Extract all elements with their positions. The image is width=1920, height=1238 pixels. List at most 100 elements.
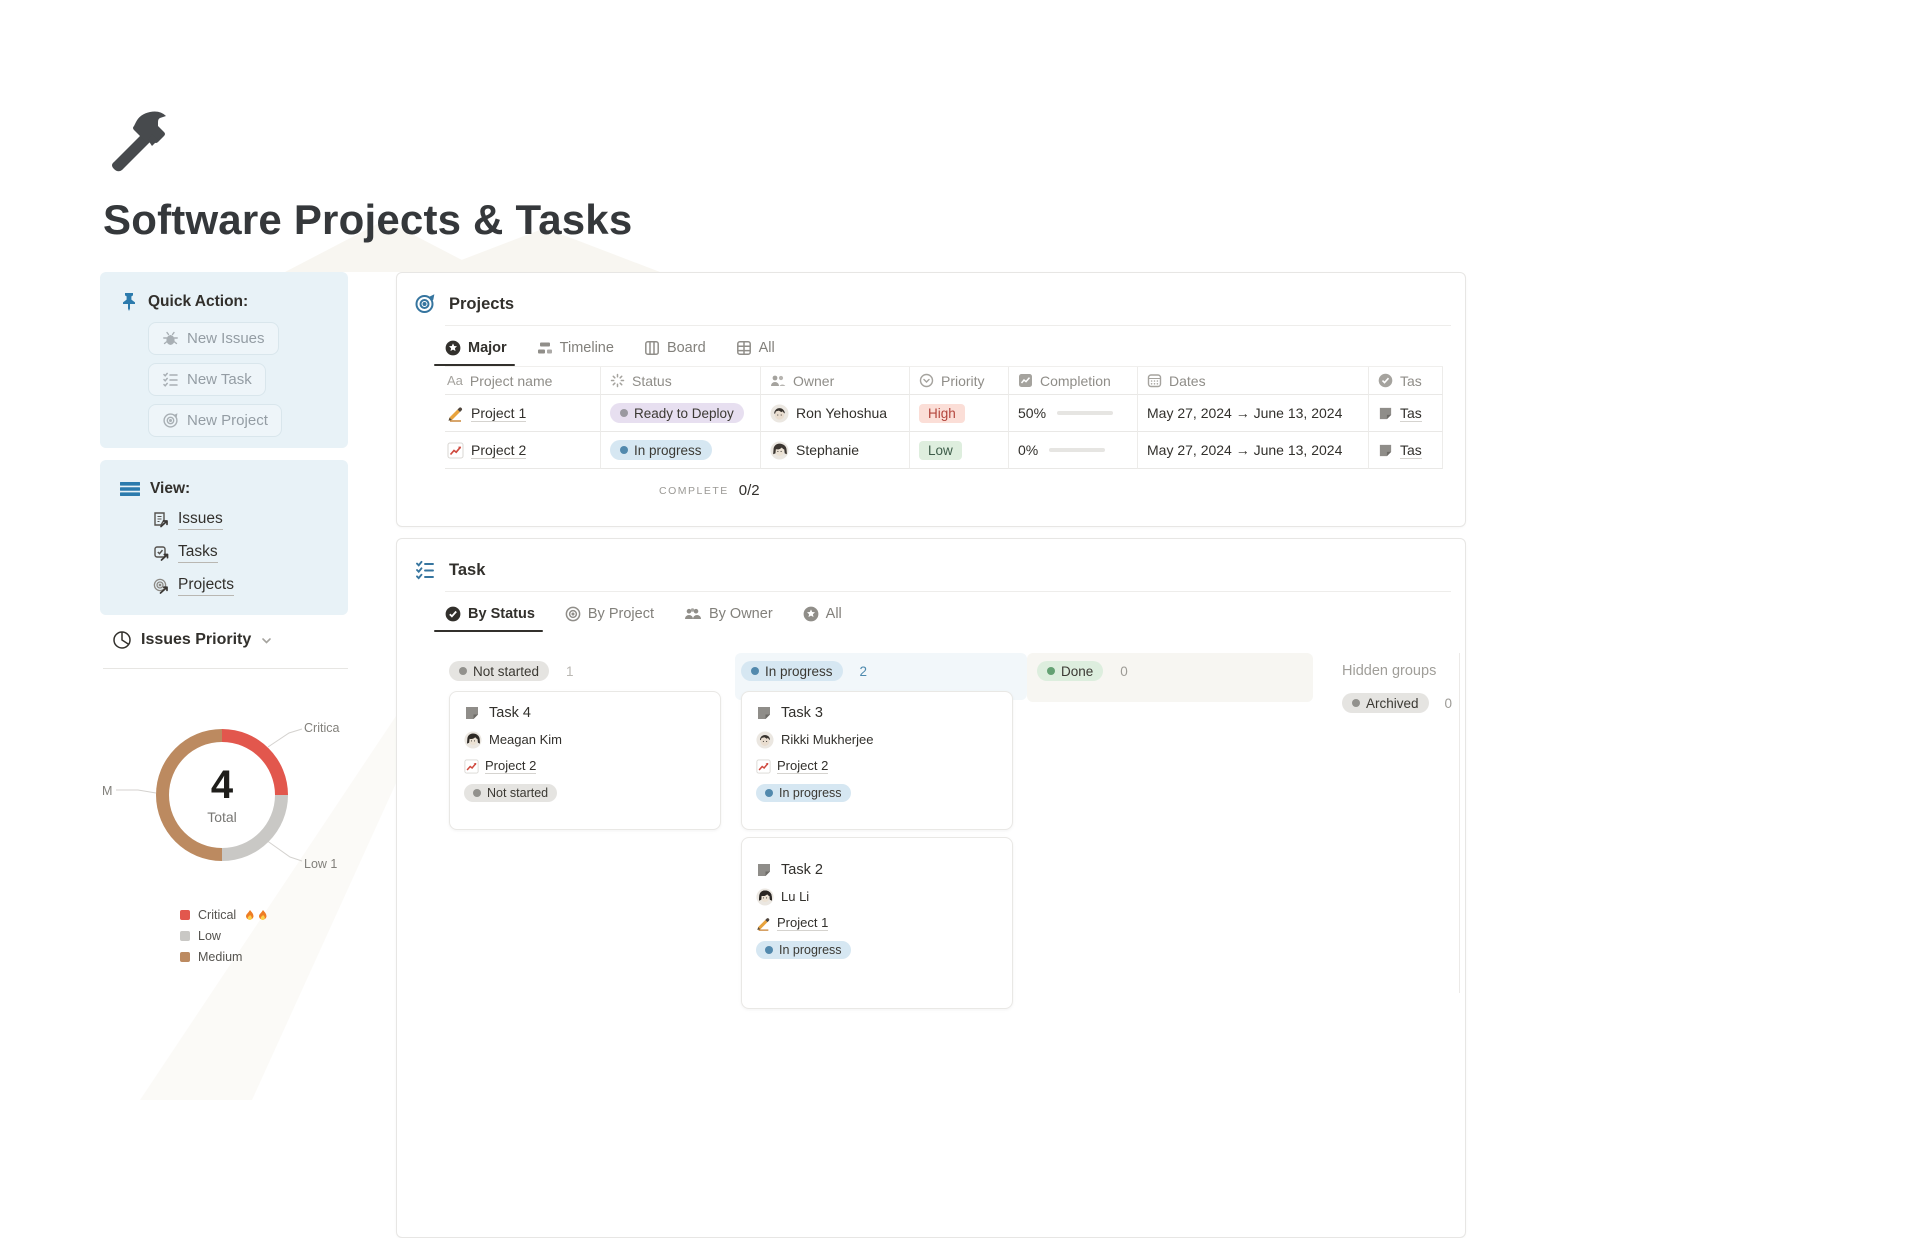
- tasks-relation-link[interactable]: Tas: [1400, 442, 1422, 459]
- in-progress-group-pill: In progress: [741, 661, 843, 681]
- task-title: Task 2: [781, 862, 823, 878]
- archived-group-pill[interactable]: Archived: [1342, 693, 1429, 713]
- tab-major[interactable]: Major: [445, 340, 507, 366]
- completion-percent: 50%: [1018, 405, 1046, 421]
- done-group-pill: Done: [1037, 661, 1103, 681]
- table-grid-icon: [736, 340, 752, 356]
- bug-icon: [162, 330, 179, 347]
- kanban-board: Not started 1 In progress 2 Done 0 Task …: [397, 651, 1465, 1237]
- project-2-link[interactable]: Project 2: [471, 442, 526, 459]
- legend-swatch-medium: [180, 952, 190, 962]
- page-icon: [1378, 406, 1393, 421]
- task-project-link[interactable]: Project 2: [485, 758, 536, 774]
- owner-name: Stephanie: [796, 442, 859, 458]
- tab-task-all-label: All: [826, 606, 842, 622]
- page-icon: [756, 705, 772, 721]
- tasks-relation-link[interactable]: Tas: [1400, 405, 1422, 422]
- projects-card-divider: [445, 325, 1451, 326]
- sidebar-divider: [103, 668, 348, 669]
- chart-callout-medium: M: [102, 784, 112, 798]
- view-link-issues[interactable]: Issues: [152, 510, 223, 530]
- not-started-group-pill: Not started: [449, 661, 549, 681]
- tab-board[interactable]: Board: [644, 340, 706, 366]
- legend-label-medium: Medium: [198, 950, 242, 964]
- hammer-icon: [100, 100, 180, 180]
- status-dot: [765, 789, 773, 797]
- task-card-task-4[interactable]: Task 4 Meagan Kim Project 2 Not started: [449, 691, 721, 830]
- timeline-icon: [537, 340, 553, 356]
- target-icon: [162, 412, 179, 429]
- chart-total-label: Total: [207, 809, 237, 825]
- new-issues-button[interactable]: New Issues: [148, 322, 279, 355]
- legend-swatch-critical: [180, 910, 190, 920]
- task-card-task-2[interactable]: Task 2 Lu Li Project 1 In progress: [741, 837, 1013, 1009]
- calendar-icon: [1147, 373, 1162, 388]
- dates-range: May 27, 2024 → June 13, 2024: [1147, 442, 1342, 458]
- projects-card: Projects Major Timeline Board All: [396, 272, 1466, 527]
- project-1-link[interactable]: Project 1: [471, 405, 526, 422]
- complete-label: COMPLETE: [659, 485, 729, 497]
- tab-all-label: All: [759, 340, 775, 356]
- view-link-tasks[interactable]: Tasks: [152, 543, 218, 563]
- tab-timeline[interactable]: Timeline: [537, 340, 614, 366]
- table-row-project-1: Project 1 Ready to Deploy Ron Yehoshua H…: [445, 395, 1443, 432]
- legend-item-low: Low: [180, 929, 270, 943]
- chart-callout-low: Low 1: [304, 857, 337, 871]
- priority-icon: [919, 373, 934, 388]
- tab-by-project[interactable]: By Project: [565, 606, 654, 632]
- col-header-status: Status: [632, 373, 672, 389]
- status-dot: [473, 789, 481, 797]
- projects-tabs: Major Timeline Board All: [445, 340, 1465, 366]
- status-dot: [765, 946, 773, 954]
- status-dot: [1047, 667, 1055, 675]
- dates-range: May 27, 2024 → June 13, 2024: [1147, 405, 1342, 421]
- new-project-button[interactable]: New Project: [148, 404, 282, 437]
- task-card-task-3[interactable]: Task 3 Rikki Mukherjee Project 2 In prog…: [741, 691, 1013, 830]
- task-arrow-icon: [152, 544, 171, 563]
- task-status-pill: Not started: [464, 784, 557, 802]
- tab-task-all[interactable]: All: [803, 606, 842, 632]
- not-started-count: 1: [566, 664, 574, 679]
- avatar-ron: [770, 404, 789, 423]
- new-task-label: New Task: [187, 371, 252, 388]
- people-group-icon: [684, 607, 702, 621]
- priority-pill-low: Low: [919, 441, 962, 460]
- task-project-link[interactable]: Project 2: [777, 758, 828, 774]
- issues-priority-dropdown[interactable]: Issues Priority: [112, 630, 273, 650]
- status-spinner-icon: [610, 373, 625, 388]
- task-owner: Meagan Kim: [489, 732, 562, 747]
- task-owner: Rikki Mukherjee: [781, 732, 873, 747]
- task-project-link[interactable]: Project 1: [777, 915, 828, 931]
- progress-bar: [1057, 411, 1113, 416]
- priority-pill-high: High: [919, 404, 965, 423]
- star-circle-gray-icon: [803, 606, 819, 622]
- tab-by-owner[interactable]: By Owner: [684, 606, 773, 632]
- tab-by-owner-label: By Owner: [709, 606, 773, 622]
- tab-by-status[interactable]: By Status: [445, 606, 535, 632]
- column-header-done: Done 0: [1037, 661, 1128, 681]
- board-columns-icon: [644, 340, 660, 356]
- new-task-button[interactable]: New Task: [148, 363, 266, 396]
- menu-bars-icon: [120, 481, 140, 497]
- check-circle-icon: [1378, 373, 1393, 388]
- col-header-tasks-clipped: Tas: [1400, 373, 1422, 389]
- chart-callout-critical: Critica: [304, 721, 339, 735]
- checklist-icon: [162, 371, 179, 388]
- page-icon: [464, 705, 480, 721]
- project-arrow-icon: [152, 577, 171, 596]
- view-link-projects[interactable]: Projects: [152, 576, 234, 596]
- avatar-stephanie: [770, 441, 789, 460]
- column-header-in-progress: In progress 2: [741, 661, 867, 681]
- chart-increasing-icon: [464, 759, 479, 774]
- tab-all[interactable]: All: [736, 340, 775, 366]
- tab-major-label: Major: [468, 340, 507, 356]
- table-footer: COMPLETE 0/2: [659, 482, 1465, 499]
- task-status-pill: In progress: [756, 784, 851, 802]
- writing-hand-icon: [756, 916, 771, 931]
- legend-item-medium: Medium: [180, 950, 270, 964]
- page-icon: [1378, 443, 1393, 458]
- tab-by-status-label: By Status: [468, 606, 535, 622]
- legend-item-critical: Critical: [180, 908, 270, 922]
- view-link-projects-label: Projects: [178, 576, 234, 596]
- completion-chart-icon: [1018, 373, 1033, 388]
